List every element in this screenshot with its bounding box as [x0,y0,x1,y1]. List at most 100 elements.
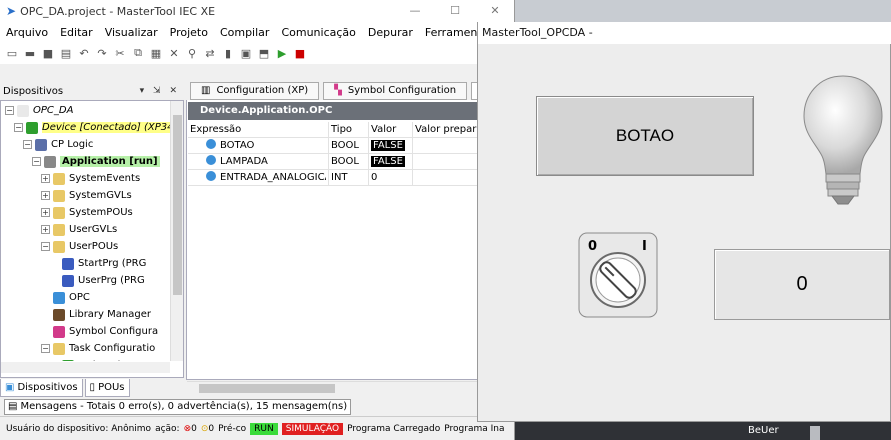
expand-icon[interactable]: + [41,191,50,200]
run-icon[interactable]: ▶ [274,45,290,61]
menu-item-projeto[interactable]: Projeto [164,26,214,39]
delete-icon[interactable]: ✕ [166,45,182,61]
login-icon[interactable]: ⬒ [256,45,272,61]
close-button[interactable]: ✕ [475,0,514,22]
panel-tabs: ▣ Dispositivos ▯ POUs [0,379,184,397]
tree-item[interactable]: − CP Logic [23,136,93,153]
tree-item-label: CP Logic [51,139,94,150]
expression-name: ENTRADA_ANALOGICA [220,172,326,183]
menu-item-editar[interactable]: Editar [54,26,99,39]
redo-icon[interactable]: ↷ [94,45,110,61]
tree-node-icon [35,138,47,151]
col-expressao[interactable]: Expressão [190,122,326,138]
open-icon[interactable]: ▬ [22,45,38,61]
messages-tab[interactable]: ▤ Mensagens - Totais 0 erro(s), 0 advert… [4,399,352,415]
stop-icon[interactable]: ■ [292,45,308,61]
value-text: FALSE [371,140,405,151]
tree-item[interactable]: + SystemPOUs [41,204,133,221]
expression-cell: LAMPADA [190,154,326,170]
menu-item-comunica-o[interactable]: Comunicação [275,26,361,39]
tree-item-label: UserGVLs [69,224,118,235]
value-cell: FALSE [368,154,410,170]
save-icon[interactable]: ■ [40,45,56,61]
menu-item-compilar[interactable]: Compilar [214,26,275,39]
collapse-icon[interactable]: − [5,106,14,115]
undo-icon[interactable]: ↶ [76,45,92,61]
panel-controls[interactable]: ▾ ⇲ ✕ [140,86,180,96]
menu-item-arquivo[interactable]: Arquivo [0,26,54,39]
tab-configuration[interactable]: ▥ Configuration (XP) [190,82,320,100]
taskbar-strip: BeUer [515,422,891,440]
tab-pous[interactable]: ▯ POUs [84,379,130,397]
tab-dispositivos[interactable]: ▣ Dispositivos [0,379,83,397]
tree-scroll-thumb[interactable] [173,115,182,295]
taskbar-block [810,426,820,440]
new-icon[interactable]: ▭ [4,45,20,61]
table-row[interactable]: BOTAO BOOL FALSE [188,138,514,154]
maximize-button[interactable]: ☐ [435,0,475,22]
paste-icon[interactable]: ▦ [148,45,164,61]
tab-configuration-label: Configuration (XP) [216,85,309,96]
tree-item[interactable]: − UserPOUs [41,238,118,255]
tree-node-icon [26,121,38,134]
menu-item-visualizar[interactable]: Visualizar [99,26,164,39]
collapse-icon[interactable]: − [41,344,50,353]
tree-item[interactable]: − Application [run] [32,153,160,170]
devices-panel-title: Dispositivos [3,85,64,97]
tree-item-label: OPC_DA [33,105,74,116]
cut-icon[interactable]: ✂ [112,45,128,61]
table-row[interactable]: LAMPADA BOOL FALSE [188,154,514,170]
editor-horizontal-scrollbar[interactable] [187,381,514,394]
col-valor[interactable]: Valor [368,122,410,138]
tree-item-label: Device [Conectado] (XP34 [42,122,171,133]
tree-item[interactable]: StartPrg (PRG [50,255,146,272]
collapse-icon[interactable]: − [41,242,50,251]
tree-item[interactable]: −MainTask [50,357,123,361]
collapse-icon[interactable]: − [23,140,32,149]
tree-item[interactable]: + SystemEvents [41,170,140,187]
menu-item-depurar[interactable]: Depurar [362,26,419,39]
editor-scroll-thumb[interactable] [199,384,335,393]
copy-icon[interactable]: ⧉ [130,45,146,61]
tree-vertical-scrollbar[interactable] [170,101,183,361]
bookmark-icon[interactable]: ▮ [220,45,236,61]
build-icon[interactable]: ▣ [238,45,254,61]
botao-button[interactable]: BOTAO [536,96,754,176]
tree-node-icon [53,223,65,236]
tree-item-label: Library Manager [69,309,151,320]
tree-item[interactable]: − OPC_DA [5,102,73,119]
tree-item-label: StartPrg (PRG [78,258,147,269]
minimize-button[interactable]: — [395,0,435,22]
collapse-icon[interactable]: − [14,123,23,132]
tree-item[interactable]: OPC [41,289,90,306]
window-controls: — ☐ ✕ [395,0,514,22]
expand-icon[interactable]: + [41,174,50,183]
table-row[interactable]: ENTRADA_ANALOGICA INT 0 [188,170,514,186]
value-text: 0 [371,172,378,183]
warning-icon: ⊙ [200,423,209,434]
expand-icon[interactable]: + [41,225,50,234]
selector-switch[interactable]: 0 I [578,232,658,318]
tree-item[interactable]: + SystemGVLs [41,187,132,204]
tree-item[interactable]: Symbol Configura [41,323,158,340]
opcda-window: MasterTool_OPCDA - BOTAO 0 I 0 [477,22,891,422]
expression-cell: BOTAO [190,138,326,154]
expand-icon[interactable]: + [41,208,50,217]
tree-item[interactable]: UserPrg (PRG [50,272,145,289]
tree-node-icon [53,206,65,219]
taskbar-label[interactable]: BeUer [748,422,779,440]
find-icon[interactable]: ⚲ [184,45,200,61]
col-tipo[interactable]: Tipo [328,122,366,138]
tree-node-icon [53,189,65,202]
tree-item[interactable]: + UserGVLs [41,221,117,238]
tree-horizontal-scrollbar[interactable] [1,362,170,373]
tree-item[interactable]: Library Manager [41,306,151,323]
replace-icon[interactable]: ⇄ [202,45,218,61]
tab-symbol-configuration[interactable]: ▚ Symbol Configuration [323,82,468,100]
print-icon[interactable]: ▤ [58,45,74,61]
collapse-icon[interactable]: − [32,157,41,166]
tree-item[interactable]: − Device [Conectado] (XP34 [14,119,171,136]
tree-item[interactable]: − Task Configuratio [41,340,155,357]
background-window-strip [515,0,891,22]
menubar: Arquivo Editar Visualizar Projeto Compilar Co… [0,22,514,42]
